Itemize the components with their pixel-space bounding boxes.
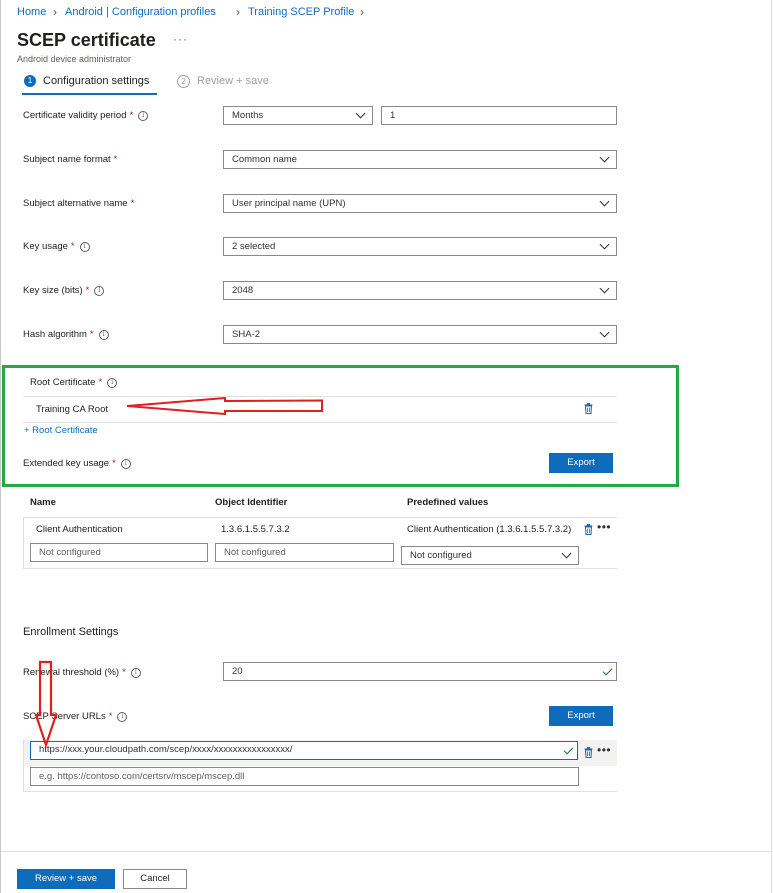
trash-icon[interactable] bbox=[584, 524, 593, 535]
chevron-down-icon bbox=[599, 283, 610, 294]
step-1-indicator: 1 bbox=[24, 75, 36, 87]
info-icon[interactable]: i bbox=[98, 330, 109, 340]
trash-icon[interactable] bbox=[584, 403, 593, 414]
validity-value-input[interactable]: 1 bbox=[381, 106, 617, 125]
subject-name-format-dropdown[interactable]: Common name bbox=[223, 150, 617, 169]
extended-key-usage-label: Extended key usage * i bbox=[23, 458, 131, 469]
key-size-dropdown[interactable]: 2048 bbox=[223, 281, 617, 300]
chevron-down-icon bbox=[599, 239, 610, 250]
chevron-down-icon bbox=[599, 196, 610, 207]
scep-url-input[interactable]: https://xxx.your.cloudpath.com/scep/xxxx… bbox=[30, 741, 578, 760]
checkmark-icon bbox=[563, 744, 574, 755]
divider bbox=[23, 791, 617, 792]
eku-name-input[interactable]: Not configured bbox=[30, 543, 208, 562]
tab-configuration-settings[interactable]: Configuration settings bbox=[43, 75, 149, 87]
divider bbox=[23, 422, 617, 423]
breadcrumb-training-scep-profile[interactable]: Training SCEP Profile bbox=[248, 6, 354, 18]
export-eku-button[interactable]: Export bbox=[549, 453, 613, 473]
eku-predefined-dropdown[interactable]: Not configured bbox=[401, 546, 579, 565]
footer-divider bbox=[1, 851, 771, 852]
validity-unit-dropdown[interactable]: Months bbox=[223, 106, 373, 125]
annotation-arrow-left bbox=[126, 397, 323, 415]
more-icon[interactable]: ••• bbox=[597, 743, 611, 757]
validity-period-label: Certificate validity period * i bbox=[23, 110, 149, 121]
page-title: SCEP certificate bbox=[17, 30, 156, 50]
breadcrumb-configuration-profiles[interactable]: Android | Configuration profiles bbox=[65, 6, 216, 18]
hash-algorithm-dropdown[interactable]: SHA-2 bbox=[223, 325, 617, 344]
root-certificate-label: Root Certificate * i bbox=[30, 377, 118, 388]
chevron-right-icon: › bbox=[53, 5, 57, 19]
info-icon[interactable]: i bbox=[79, 242, 90, 252]
active-tab-underline bbox=[22, 93, 157, 95]
divider bbox=[23, 517, 617, 518]
chevron-right-icon: › bbox=[360, 5, 364, 19]
eku-row-name: Client Authentication bbox=[36, 524, 123, 535]
left-border bbox=[0, 0, 1, 893]
info-icon[interactable]: i bbox=[117, 712, 128, 722]
subject-alt-name-dropdown[interactable]: User principal name (UPN) bbox=[223, 194, 617, 213]
trash-icon[interactable] bbox=[584, 747, 593, 758]
more-icon[interactable]: ••• bbox=[597, 520, 611, 534]
checkmark-icon bbox=[602, 665, 613, 676]
subject-alt-name-label: Subject alternative name * bbox=[23, 198, 135, 209]
page-subtitle: Android device administrator bbox=[17, 54, 132, 64]
breadcrumb-home[interactable]: Home bbox=[17, 6, 46, 18]
key-usage-label: Key usage * i bbox=[23, 241, 90, 252]
table-border bbox=[23, 517, 24, 569]
key-size-label: Key size (bits) * i bbox=[23, 285, 105, 296]
hash-algorithm-label: Hash algorithm * i bbox=[23, 329, 109, 340]
cancel-button[interactable]: Cancel bbox=[123, 869, 187, 889]
info-icon[interactable]: i bbox=[120, 459, 131, 469]
info-icon[interactable]: i bbox=[130, 668, 141, 678]
column-header-object-identifier: Object Identifier bbox=[215, 497, 288, 508]
table-border bbox=[23, 740, 24, 792]
root-certificate-item: Training CA Root bbox=[36, 404, 108, 415]
chevron-down-icon bbox=[599, 327, 610, 338]
eku-row-predefined: Client Authentication (1.3.6.1.5.5.7.3.2… bbox=[407, 524, 572, 535]
renewal-threshold-input[interactable]: 20 bbox=[223, 662, 617, 681]
column-header-predefined-values: Predefined values bbox=[407, 497, 489, 508]
eku-oid-input[interactable]: Not configured bbox=[215, 543, 394, 562]
info-icon[interactable]: i bbox=[138, 111, 149, 121]
chevron-down-icon bbox=[599, 152, 610, 163]
enrollment-settings-heading: Enrollment Settings bbox=[23, 626, 119, 638]
right-border bbox=[771, 0, 772, 893]
step-2-indicator: 2 bbox=[177, 75, 190, 88]
info-icon[interactable]: i bbox=[107, 378, 118, 388]
more-icon[interactable]: ··· bbox=[173, 32, 188, 46]
chevron-right-icon: › bbox=[236, 5, 240, 19]
divider bbox=[23, 568, 617, 569]
add-root-certificate-link[interactable]: + Root Certificate bbox=[24, 425, 98, 436]
tab-review-save[interactable]: Review + save bbox=[197, 75, 269, 87]
chevron-down-icon bbox=[561, 548, 572, 559]
review-save-button[interactable]: Review + save bbox=[17, 869, 115, 889]
key-usage-dropdown[interactable]: 2 selected bbox=[223, 237, 617, 256]
column-header-name: Name bbox=[30, 497, 56, 508]
eku-row-oid: 1.3.6.1.5.5.7.3.2 bbox=[221, 524, 290, 535]
info-icon[interactable]: i bbox=[94, 286, 105, 296]
subject-name-format-label: Subject name format * bbox=[23, 154, 118, 165]
annotation-arrow-down bbox=[34, 660, 58, 748]
export-urls-button[interactable]: Export bbox=[549, 706, 613, 726]
chevron-down-icon bbox=[355, 108, 366, 119]
scep-url-new-input[interactable]: e.g. https://contoso.com/certsrv/mscep/m… bbox=[30, 767, 579, 786]
